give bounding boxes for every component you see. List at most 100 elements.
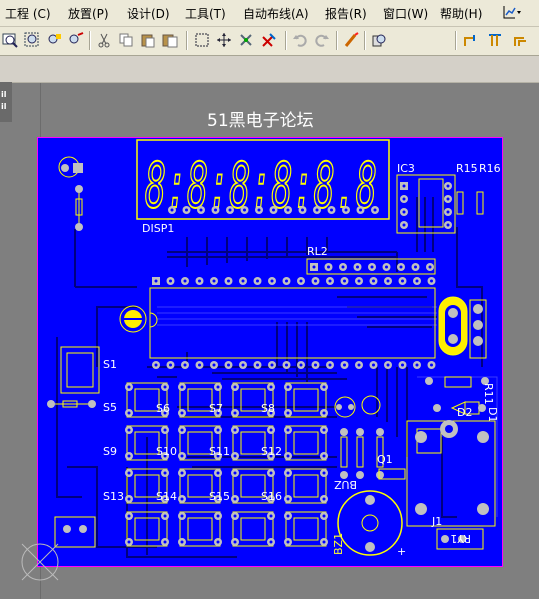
pad-hole <box>327 265 330 269</box>
label-d1: D1 <box>486 407 499 422</box>
pad-hole <box>163 385 167 389</box>
pad-hole <box>343 363 346 367</box>
menu-autoroute[interactable]: 自动布线(A) <box>243 5 309 22</box>
pad-hole <box>233 454 237 458</box>
route-multiple-icon[interactable] <box>487 32 503 48</box>
pad-hole <box>180 454 184 458</box>
cross-probe-icon[interactable] <box>343 32 359 48</box>
zoom-fit-icon[interactable] <box>2 32 18 48</box>
label-ry1: RY1 <box>450 532 471 545</box>
toolbar <box>0 27 539 56</box>
pad-hole <box>322 471 326 475</box>
pad-hole <box>372 363 375 367</box>
side-panel-tab[interactable]: il il <box>0 82 12 122</box>
pad-hole <box>180 385 184 389</box>
pad-hole <box>163 540 167 544</box>
label-r15: R15 <box>456 162 478 175</box>
zoom-selected-icon[interactable] <box>46 32 62 48</box>
label-buz: BUZ <box>334 478 357 491</box>
pad-hole <box>402 210 406 214</box>
label-s8: S8 <box>261 402 275 415</box>
pad-hole <box>127 497 131 501</box>
menu-design[interactable]: 设计(D) <box>127 5 170 22</box>
menu-place[interactable]: 放置(P) <box>68 5 109 22</box>
pad-hole <box>233 471 237 475</box>
pad-hole <box>286 454 290 458</box>
side-panel-tab-label-2: il <box>1 102 7 111</box>
zoom-area-icon[interactable] <box>24 32 40 48</box>
chart-dropdown-button[interactable] <box>502 3 522 21</box>
label-j1: J1 <box>431 515 442 528</box>
menu-tools[interactable]: 工具(T) <box>185 5 226 22</box>
display-pins <box>168 206 379 214</box>
pad-hole <box>285 279 288 283</box>
pad-hole <box>286 428 290 432</box>
pad-hole <box>344 208 348 212</box>
label-s1: S1 <box>103 358 117 371</box>
pad-hole <box>180 497 184 501</box>
pad-hole <box>170 208 174 212</box>
deselect-icon[interactable] <box>260 32 276 48</box>
select-area-icon[interactable] <box>194 32 210 48</box>
label-rl2: RL2 <box>307 245 328 258</box>
menu-window[interactable]: 窗口(W) <box>383 5 428 22</box>
pad-hole <box>314 279 317 283</box>
pad-hole <box>399 265 403 269</box>
zoom-tool-icon[interactable] <box>68 32 84 48</box>
pad-hole <box>180 514 184 518</box>
pad-hole <box>357 363 361 367</box>
pad-hole <box>256 279 259 283</box>
pad-hole <box>299 279 303 283</box>
pad-hole <box>199 208 203 212</box>
pad-hole <box>301 208 304 212</box>
pad-hole <box>233 540 237 544</box>
pad-hole <box>322 514 326 518</box>
pad-hole <box>322 497 326 501</box>
pad-hole <box>169 363 172 367</box>
pcb-board[interactable]: 8:8:8:8:8.8 DISP1 IC3 R15 R16 RL2 S1 S5 … <box>37 137 503 567</box>
component-browser-icon[interactable] <box>371 32 387 48</box>
pad-hole <box>180 411 184 415</box>
origin-marker-icon <box>21 543 59 581</box>
label-s16: S16 <box>261 490 282 503</box>
pad-hole <box>198 363 201 367</box>
pad-hole <box>216 428 220 432</box>
pad-hole <box>299 363 303 367</box>
pad-hole <box>216 540 220 544</box>
pad-hole <box>180 540 184 544</box>
route-interactive-icon[interactable] <box>462 32 478 48</box>
copy-icon[interactable] <box>118 32 134 48</box>
undo-icon[interactable] <box>292 32 308 48</box>
pad-hole <box>322 385 326 389</box>
label-s9: S9 <box>103 445 117 458</box>
label-s14: S14 <box>156 490 177 503</box>
pad-hole <box>402 223 406 227</box>
pad-hole <box>401 279 404 283</box>
route-diff-pair-icon[interactable] <box>512 32 528 48</box>
label-s6: S6 <box>156 402 170 415</box>
move-icon[interactable] <box>216 32 232 48</box>
pad-hole <box>127 471 131 475</box>
pad-hole <box>341 265 345 269</box>
pad-hole <box>127 411 131 415</box>
pad-hole <box>183 279 187 283</box>
pad-hole <box>386 363 390 367</box>
pad-hole <box>356 265 359 269</box>
pad-hole <box>269 385 273 389</box>
paste-special-icon[interactable] <box>162 32 178 48</box>
cut-icon[interactable] <box>96 32 112 48</box>
pad-hole <box>169 279 172 283</box>
select-overlap-icon[interactable] <box>238 32 254 48</box>
pad-hole <box>286 411 290 415</box>
paste-icon[interactable] <box>140 32 156 48</box>
board-title: 51黑电子论坛 <box>207 111 314 131</box>
pad-hole <box>446 223 450 227</box>
menu-reports[interactable]: 报告(R) <box>325 5 367 22</box>
menu-project[interactable]: 工程 (C) <box>5 5 51 22</box>
menu-help[interactable]: 帮助(H) <box>440 5 482 22</box>
redo-icon[interactable] <box>314 32 330 48</box>
pad-hole <box>446 210 450 214</box>
pad-hole <box>372 279 375 283</box>
pad-hole <box>198 279 201 283</box>
pad-hole <box>415 279 419 283</box>
